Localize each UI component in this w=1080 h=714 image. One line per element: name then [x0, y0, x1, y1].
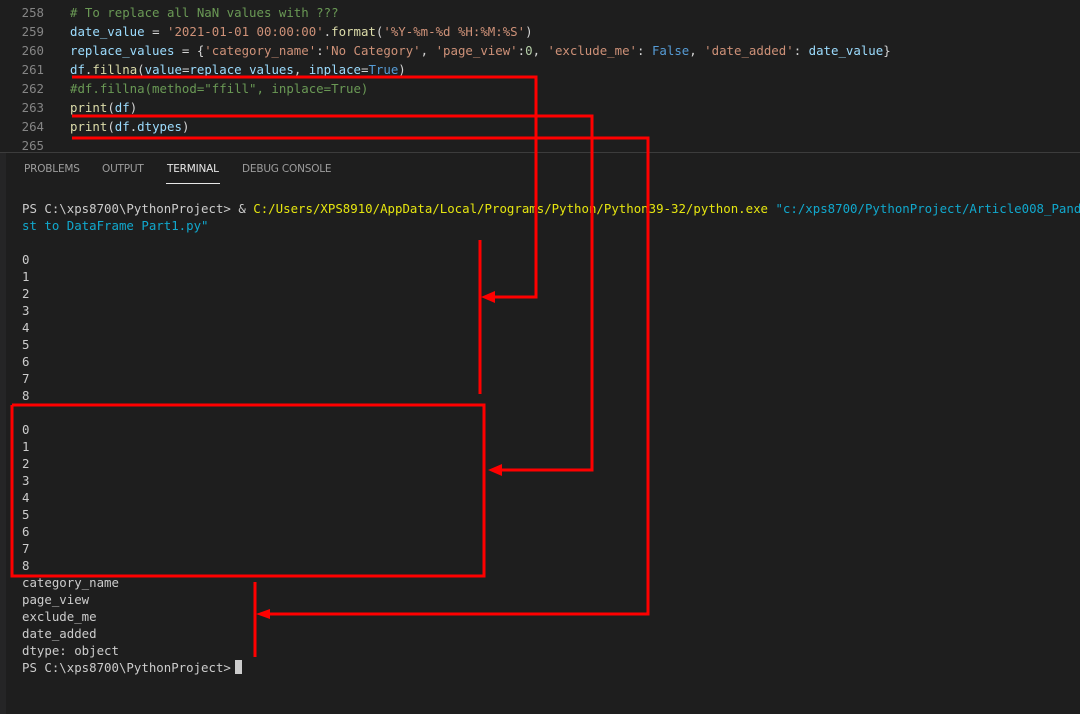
prompt: PS C:\xps8700\PythonProject> & [22, 201, 254, 216]
line-number: 260 [21, 43, 44, 58]
row-index: 5 [22, 337, 30, 352]
row-index: 3 [22, 303, 30, 318]
tab-debug-console[interactable]: DEBUG CONSOLE [242, 163, 332, 175]
code-text: print(df) [70, 100, 138, 115]
row-index: 5 [22, 507, 30, 522]
command-line-wrap: st to DataFrame Part1.py" [22, 218, 209, 233]
command-line: PS C:\xps8700\PythonProject> & C:/Users/… [22, 200, 1080, 217]
row-index: 8 [22, 388, 30, 403]
dtype-name: category_name [22, 575, 119, 590]
code-text: date_value = '2021-01-01 00:00:00'.forma… [70, 24, 533, 39]
final-prompt[interactable]: PS C:\xps8700\PythonProject> [22, 659, 242, 676]
arrowhead-print-dtypes [256, 609, 270, 619]
tab-output[interactable]: OUTPUT [102, 163, 144, 175]
row-index: 3 [22, 473, 30, 488]
prompt-text: PS C:\xps8700\PythonProject> [22, 660, 231, 675]
tab-terminal[interactable]: TERMINAL [167, 163, 219, 175]
dtype-name: date_added [22, 626, 97, 641]
code-text: df.fillna(value=replace_values, inplace=… [70, 62, 406, 77]
row-index: 7 [22, 541, 30, 556]
row-index: 1 [22, 439, 30, 454]
code-text: replace_values = {'category_name':'No Ca… [70, 43, 891, 58]
row-index: 2 [22, 456, 30, 471]
arrowhead-print-df [488, 464, 502, 476]
box-filled-output [10, 403, 486, 578]
line-number: 262 [21, 81, 44, 96]
panel-tabs: PROBLEMS OUTPUT TERMINAL DEBUG CONSOLE [0, 153, 1080, 187]
code-text: # To replace all NaN values with ??? [70, 5, 339, 20]
code-text: print(df.dtypes) [70, 119, 190, 134]
row-index: 0 [22, 422, 30, 437]
dtype-name: exclude_me [22, 609, 97, 624]
line-number: 264 [21, 119, 44, 134]
row-index: 1 [22, 269, 30, 284]
tab-problems[interactable]: PROBLEMS [24, 163, 80, 175]
code-editor[interactable]: 258 # To replace all NaN values with ??? 2… [0, 0, 1080, 153]
row-index: 6 [22, 524, 30, 539]
dtype-footer: dtype: object [22, 643, 119, 658]
script-arg: "c:/xps8700/PythonProject/Article008_Pan… [775, 201, 1080, 216]
row-index: 4 [22, 490, 30, 505]
python-exe-path: C:/Users/XPS8910/AppData/Local/Programs/… [253, 201, 768, 216]
line-number: 258 [21, 5, 44, 20]
row-index: 4 [22, 320, 30, 335]
row-index: 8 [22, 558, 30, 573]
line-number: 261 [21, 62, 44, 77]
active-tab-indicator [166, 183, 220, 184]
row-index: 2 [22, 286, 30, 301]
arrowhead-fillna [481, 291, 495, 303]
terminal-cursor [234, 660, 242, 674]
dtype-name: page_view [22, 592, 90, 607]
line-number: 259 [21, 24, 44, 39]
code-text: #df.fillna(method="ffill", inplace=True) [70, 81, 369, 96]
row-index: 6 [22, 354, 30, 369]
row-index: 0 [22, 252, 30, 267]
line-number: 263 [21, 100, 44, 115]
row-index: 7 [22, 371, 30, 386]
